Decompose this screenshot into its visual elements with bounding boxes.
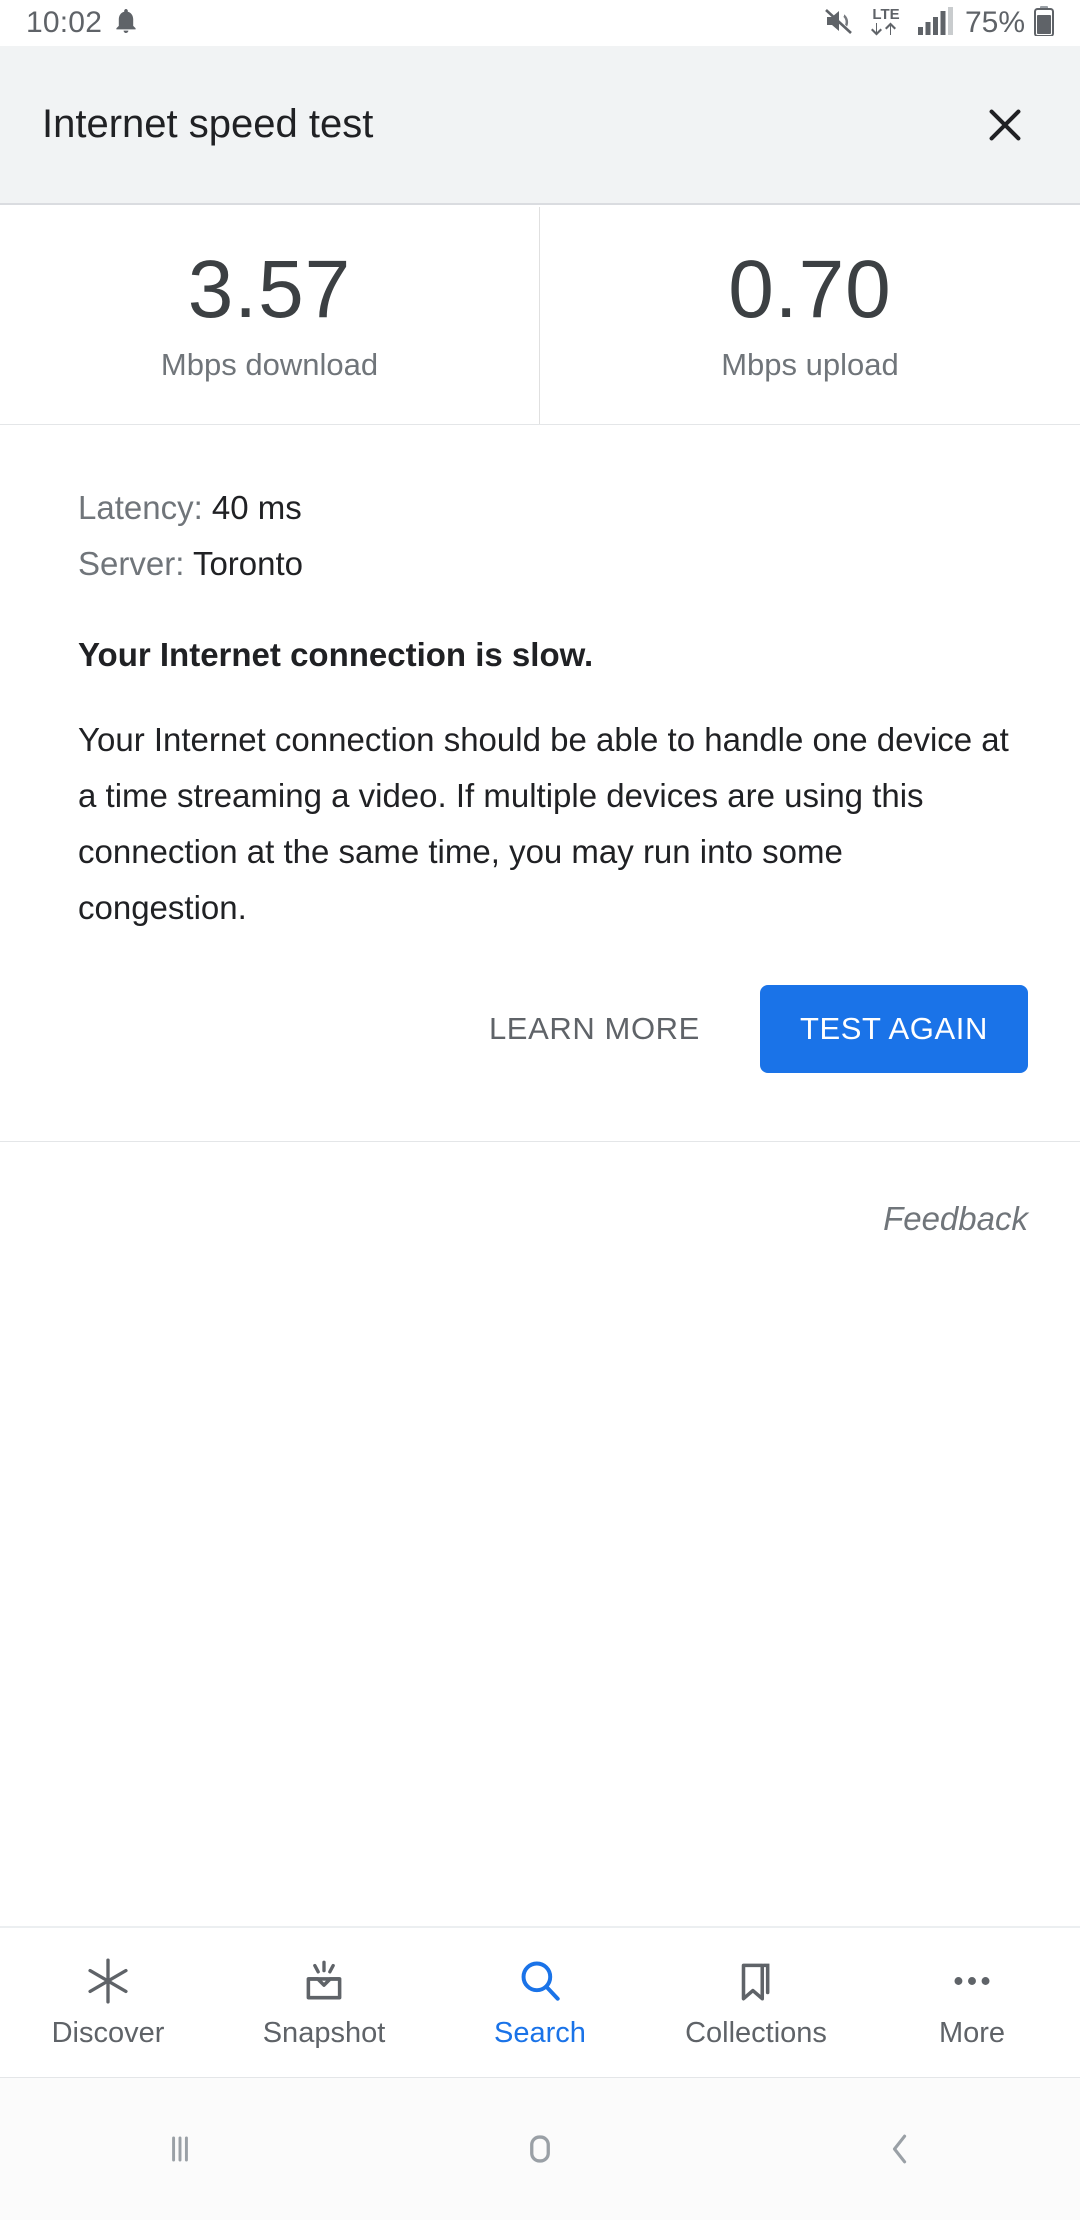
page-title: Internet speed test (42, 102, 374, 146)
bottom-navigation-bar: Discover Snapshot Search Collections Mor… (0, 1926, 1080, 2078)
home-icon[interactable] (360, 2078, 720, 2220)
feedback-row: Feedback (0, 1200, 1080, 1238)
nav-label-snapshot: Snapshot (262, 2017, 386, 2049)
battery-icon (1034, 5, 1054, 41)
svg-text:LTE: LTE (872, 6, 899, 23)
upload-speed-value: 0.70 (728, 243, 892, 335)
feedback-link[interactable]: Feedback (883, 1200, 1028, 1238)
details-section: Latency: 40 ms Server: Toronto Your Inte… (0, 426, 1080, 936)
connection-status-headline: Your Internet connection is slow. (78, 636, 594, 673)
latency-row: Latency: 40 ms (78, 480, 1028, 536)
action-buttons: LEARN MORE TEST AGAIN (0, 985, 1080, 1073)
signal-bars-icon (917, 6, 954, 40)
server-row: Server: Toronto (78, 536, 1028, 592)
latency-label: Latency: (78, 489, 212, 526)
upload-speed-label: Mbps upload (721, 346, 899, 382)
discover-asterisk-icon (83, 1955, 133, 2007)
dialog-header: Internet speed test (0, 46, 1080, 205)
volume-mute-icon (824, 7, 854, 40)
speed-results: 3.57 Mbps download 0.70 Mbps upload (0, 207, 1080, 425)
nav-label-search: Search (494, 2017, 586, 2049)
nav-item-collections[interactable]: Collections (648, 1928, 864, 2077)
snapshot-inbox-icon (299, 1955, 349, 2007)
nav-label-discover: Discover (51, 2017, 165, 2049)
more-dots-icon (947, 1955, 997, 2007)
latency-value: 40 ms (211, 489, 302, 526)
data-transfer-arrows-icon: LTE (863, 3, 909, 44)
download-speed-label: Mbps download (160, 346, 379, 382)
bell-icon (114, 8, 138, 39)
status-bar-right: LTE 75% (824, 3, 1054, 44)
system-navigation-bar (0, 2078, 1080, 2220)
connection-description: Your Internet connection should be able … (78, 721, 1009, 926)
search-icon (515, 1955, 565, 2007)
status-bar-left: 10:02 (26, 6, 138, 40)
nav-item-snapshot[interactable]: Snapshot (216, 1928, 432, 2077)
test-again-button[interactable]: TEST AGAIN (759, 985, 1028, 1073)
back-icon[interactable] (720, 2078, 1080, 2220)
battery-percent-label: 75% (964, 6, 1025, 39)
server-label: Server: (78, 545, 193, 582)
nav-item-search[interactable]: Search (432, 1928, 648, 2077)
bookmark-icon (731, 1955, 781, 2007)
nav-item-discover[interactable]: Discover (0, 1928, 216, 2077)
nav-label-collections: Collections (685, 2017, 827, 2049)
learn-more-button[interactable]: LEARN MORE (475, 991, 714, 1067)
download-speed-card: 3.57 Mbps download (0, 207, 540, 424)
nav-item-more[interactable]: More (864, 1928, 1080, 2077)
nav-label-more: More (938, 2017, 1006, 2049)
download-speed-value: 3.57 (187, 243, 352, 335)
recents-icon[interactable] (0, 2078, 360, 2220)
section-divider (0, 1141, 1080, 1142)
upload-speed-card: 0.70 Mbps upload (540, 207, 1080, 424)
status-bar-clock: 10:02 (26, 6, 103, 39)
server-value: Toronto (192, 545, 304, 582)
close-icon[interactable] (970, 90, 1040, 160)
status-bar: 10:02 LTE 75% (0, 0, 1080, 46)
